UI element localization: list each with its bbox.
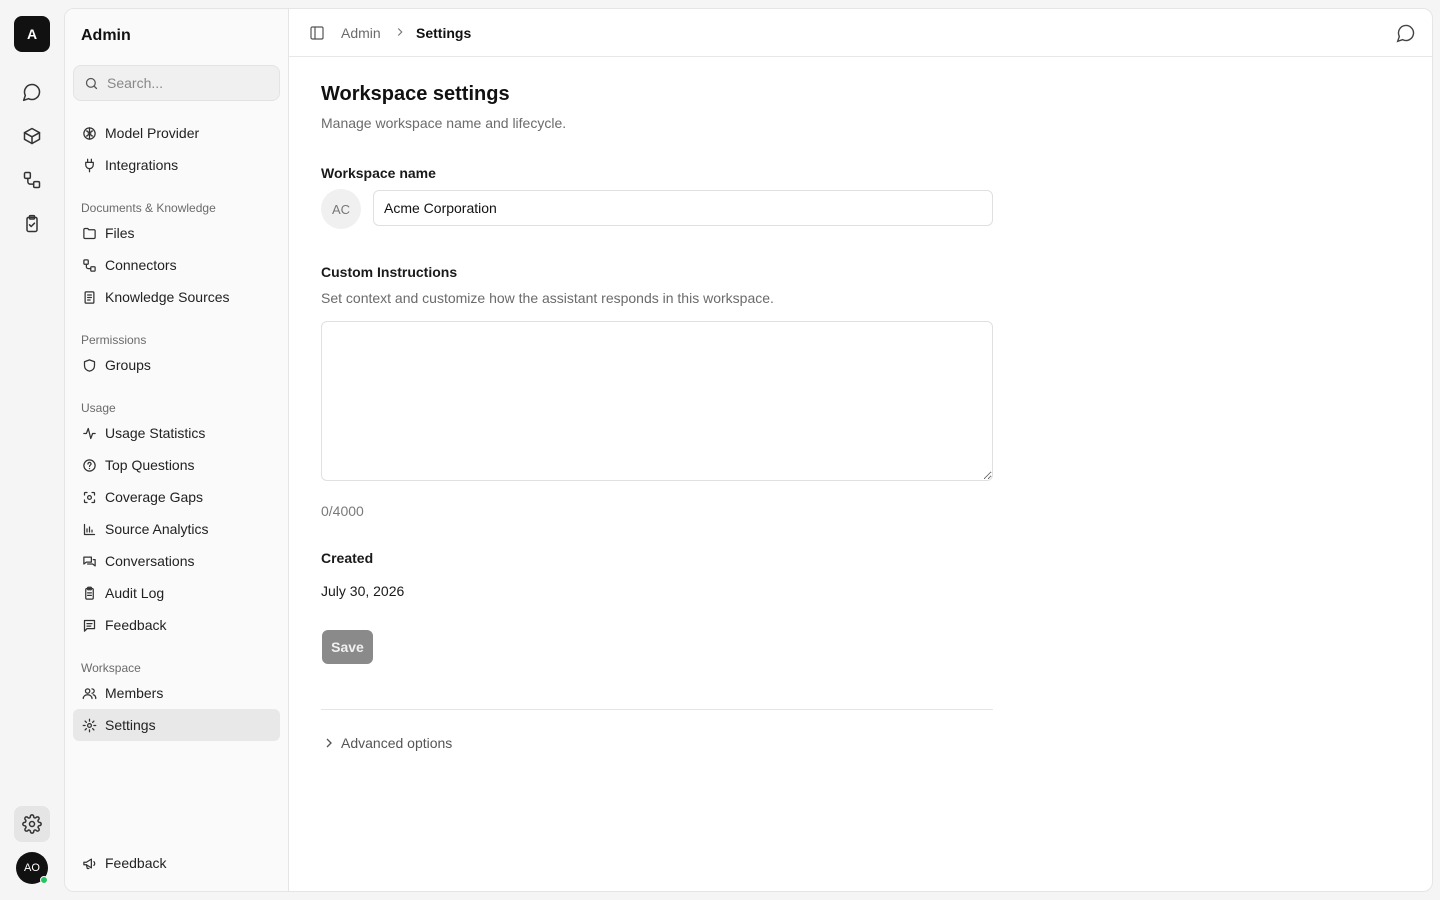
user-avatar-initials: AO xyxy=(24,862,40,874)
sidebar-item-top-questions[interactable]: Top Questions xyxy=(73,449,280,481)
sidebar-item-conversations[interactable]: Conversations xyxy=(73,545,280,577)
settings-icon[interactable] xyxy=(14,806,50,842)
advanced-options-label: Advanced options xyxy=(341,735,453,751)
topbar: Admin Settings xyxy=(289,9,1432,57)
character-counter: 0/4000 xyxy=(321,503,364,519)
user-avatar[interactable]: AO xyxy=(16,852,48,884)
chevron-right-icon xyxy=(397,28,403,36)
custom-instructions-textarea[interactable] xyxy=(321,321,993,481)
sidebar-item-model-provider[interactable]: Model Provider xyxy=(73,117,280,149)
sidebar-item-coverage-gaps[interactable]: Coverage Gaps xyxy=(73,481,280,513)
workspace-avatar[interactable]: AC xyxy=(321,189,361,229)
created-date: July 30, 2026 xyxy=(321,583,405,599)
custom-instructions-description: Set context and customize how the assist… xyxy=(321,290,774,306)
bar-chart-icon xyxy=(81,521,97,537)
chat-icon[interactable] xyxy=(14,74,50,110)
sidebar-item-label: Knowledge Sources xyxy=(105,289,230,305)
chevron-right-icon xyxy=(326,738,332,748)
sidebar-section-title: Workspace xyxy=(81,661,141,675)
breadcrumb-admin[interactable]: Admin xyxy=(341,25,381,41)
sidebar-item-settings[interactable]: Settings xyxy=(73,709,280,741)
sidebar-section-title: Usage xyxy=(81,401,116,415)
sidebar-item-connectors[interactable]: Connectors xyxy=(73,249,280,281)
icon-rail: A AO xyxy=(0,0,64,900)
connector-icon xyxy=(81,257,97,273)
plug-icon xyxy=(81,157,97,173)
sidebar-item-usage-statistics[interactable]: Usage Statistics xyxy=(73,417,280,449)
sidebar-search[interactable] xyxy=(73,65,280,101)
sidebar-item-source-analytics[interactable]: Source Analytics xyxy=(73,513,280,545)
shield-icon xyxy=(81,357,97,373)
divider xyxy=(321,709,993,710)
sidebar-item-label: Model Provider xyxy=(105,125,200,141)
sidebar-item-label: Usage Statistics xyxy=(105,425,206,441)
online-status-dot xyxy=(40,876,48,884)
page-title: Workspace settings xyxy=(321,83,510,105)
sidebar-item-label: Integrations xyxy=(105,157,179,173)
sidebar-item-label: Top Questions xyxy=(105,457,195,473)
sidebar-item-label: Audit Log xyxy=(105,585,165,601)
sidebar-item-label: Feedback xyxy=(105,617,167,633)
breadcrumb-settings: Settings xyxy=(416,25,472,41)
folder-icon xyxy=(81,225,97,241)
sidebar-item-label: Conversations xyxy=(105,553,195,569)
search-input[interactable] xyxy=(107,75,267,91)
message-square-text-icon xyxy=(81,617,97,633)
workspace-logo[interactable]: A xyxy=(14,16,50,52)
sidebar-section-title: Documents & Knowledge xyxy=(81,201,216,215)
sidebar-item-label: Groups xyxy=(105,357,151,373)
activity-icon xyxy=(81,425,97,441)
chat-bubble-icon[interactable] xyxy=(1396,23,1416,43)
workspace-name-input[interactable] xyxy=(373,190,993,226)
workflow-icon[interactable] xyxy=(14,162,50,198)
scan-icon xyxy=(81,489,97,505)
megaphone-icon xyxy=(81,855,97,871)
clipboard-icon xyxy=(81,585,97,601)
sidebar-item-label: Members xyxy=(105,685,164,701)
sidebar-item-label: Connectors xyxy=(105,257,177,273)
sidebar-item-label: Files xyxy=(105,225,135,241)
sidebar-item-audit-log[interactable]: Audit Log xyxy=(73,577,280,609)
sidebar-toggle-icon[interactable] xyxy=(309,25,325,41)
page-subtitle: Manage workspace name and lifecycle. xyxy=(321,115,567,131)
sidebar-item-groups[interactable]: Groups xyxy=(73,349,280,381)
sidebar-item-knowledge-sources[interactable]: Knowledge Sources xyxy=(73,281,280,313)
sidebar-item-files[interactable]: Files xyxy=(73,217,280,249)
sidebar-item-members[interactable]: Members xyxy=(73,677,280,709)
sidebar-item-feedback[interactable]: Feedback xyxy=(73,847,280,879)
sidebar-section-title: Permissions xyxy=(81,333,147,347)
brain-icon xyxy=(81,125,97,141)
sidebar-title: Admin xyxy=(81,27,131,44)
search-icon xyxy=(85,77,98,89)
custom-instructions-label: Custom Instructions xyxy=(321,264,458,280)
cube-icon[interactable] xyxy=(14,118,50,154)
clipboard-check-icon[interactable] xyxy=(14,206,50,242)
sidebar-item-label: Source Analytics xyxy=(105,521,209,537)
sidebar-item-integrations[interactable]: Integrations xyxy=(73,149,280,181)
gear-icon xyxy=(81,717,97,733)
main-card: Admin Model Provider Integrations Document… xyxy=(64,8,1433,892)
admin-sidebar: Admin Model Provider Integrations Document… xyxy=(65,9,289,891)
sidebar-item-label: Feedback xyxy=(105,855,167,871)
sidebar-item-feedback[interactable]: Feedback xyxy=(73,609,280,641)
created-label: Created xyxy=(321,550,374,566)
help-circle-icon xyxy=(81,457,97,473)
sidebar-item-label: Settings xyxy=(105,717,156,733)
advanced-options-toggle[interactable]: Advanced options xyxy=(321,735,452,751)
users-icon xyxy=(81,685,97,701)
save-button[interactable]: Save xyxy=(322,630,373,664)
book-icon xyxy=(81,289,97,305)
messages-icon xyxy=(81,553,97,569)
sidebar-item-label: Coverage Gaps xyxy=(105,489,204,505)
workspace-name-label: Workspace name xyxy=(321,165,436,181)
